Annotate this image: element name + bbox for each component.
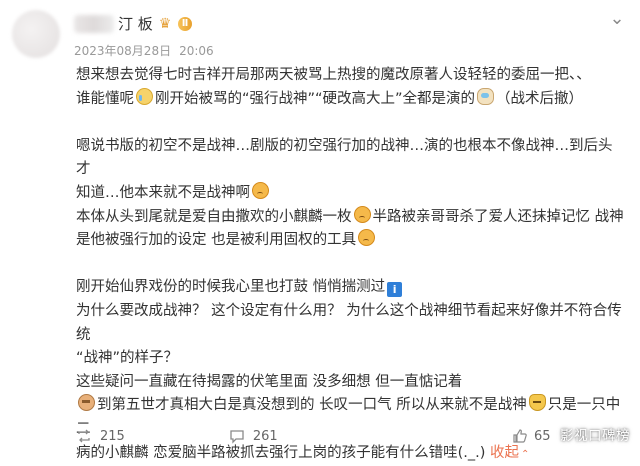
comment-button[interactable]: 261 xyxy=(229,428,278,444)
comment-count: 261 xyxy=(253,429,278,444)
content-line: 谁能懂呢刚开始被骂的“强行战神”“硬改高大上”全都是演的（战术后撤） xyxy=(76,88,624,112)
crown-icon: ♛ xyxy=(159,17,175,31)
like-count: 65 xyxy=(534,429,551,444)
repost-button[interactable]: 215 xyxy=(76,428,125,444)
post-time[interactable]: 20:06 xyxy=(179,44,214,58)
content-line: 这些疑问一直藏在待揭露的伏笔里面 没多细想 但一直惦记着 xyxy=(76,371,624,395)
sad-emoji-icon xyxy=(358,229,375,246)
repost-icon xyxy=(76,428,92,444)
source-watermark: 影视口碑榜 xyxy=(560,425,630,447)
member-level-badge: Ⅱ xyxy=(178,17,193,31)
username-text[interactable]: 汀 板 xyxy=(118,12,153,36)
monkey-emoji-icon xyxy=(78,394,95,411)
doge-emoji-icon xyxy=(477,88,494,105)
content-line: 嗯说书版的初空不是战神…剧版的初空强行加的战神…演的也根本不像战神…到后头才 xyxy=(76,135,624,182)
like-button[interactable]: 65 xyxy=(512,424,551,448)
post-content: 想来想去觉得七时吉祥开局那两天被骂上热搜的魔改原著人设轻轻的委屈一把、、 谁能懂… xyxy=(76,64,624,466)
content-line: 想来想去觉得七时吉祥开局那两天被骂上热搜的魔改原著人设轻轻的委屈一把、、 xyxy=(76,64,624,88)
more-options-button[interactable]: ⌄ xyxy=(608,10,626,28)
post-date[interactable]: 2023年08月28日 xyxy=(74,44,171,58)
content-line: 是他被强行加的设定 也是被利用固权的工具 xyxy=(76,229,624,253)
post-meta: 2023年08月28日 20:06 xyxy=(74,42,222,59)
info-icon: i xyxy=(387,282,402,297)
content-line: 刚开始仙界戏份的时候我心里也打鼓 悄悄揣测过i xyxy=(76,276,624,300)
sad-emoji-icon xyxy=(354,206,371,223)
avatar[interactable] xyxy=(12,10,60,58)
thumbs-up-icon xyxy=(512,428,528,444)
chevron-down-icon: ⌄ xyxy=(609,8,624,29)
content-line: 知道…他本来就不是战神啊 xyxy=(76,182,624,206)
comment-icon xyxy=(229,428,245,444)
content-line: 本体从头到尾就是爱自由撒欢的小麒麟一枚半路被亲哥哥杀了爱人还抹掉记忆 战神 xyxy=(76,206,624,230)
repost-count: 215 xyxy=(100,429,125,444)
username[interactable]: 汀 板 ♛ Ⅱ xyxy=(74,12,192,36)
crying-emoji-icon xyxy=(136,88,153,105)
post-actions: 215 261 xyxy=(76,424,278,448)
content-line: “战神”的样子？ xyxy=(76,347,624,371)
blurred-username-part xyxy=(74,15,114,33)
sad-emoji-icon xyxy=(252,182,269,199)
content-line: 为什么要改成战神？ 这个设定有什么用？ 为什么这个战神细节看起来好像并不符合传统 xyxy=(76,300,624,347)
cat-emoji-icon xyxy=(529,394,546,411)
